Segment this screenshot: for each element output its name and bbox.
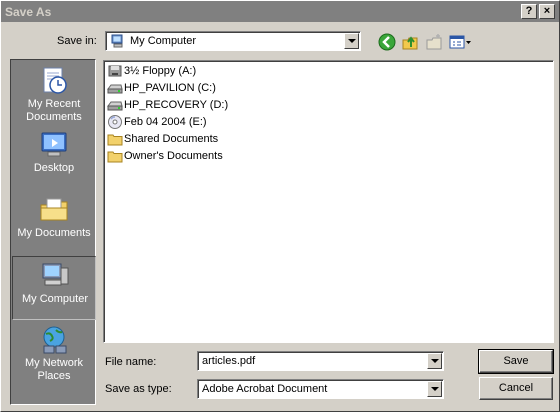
file-name: Owner's Documents: [124, 150, 223, 162]
save-in-label: Save in:: [57, 35, 97, 47]
folder-icon: [107, 134, 123, 146]
file-list[interactable]: 3½ Floppy (A:) HP_PAVILION (C:) HP_RECOV…: [103, 60, 554, 343]
cd-drive-icon: [108, 115, 122, 129]
file-name-field[interactable]: articles.pdf: [197, 351, 444, 371]
save-in-value: My Computer: [130, 35, 197, 47]
file-name-value[interactable]: articles.pdf: [202, 355, 255, 367]
file-name-label: File name:: [105, 356, 157, 368]
save-button[interactable]: Save: [478, 349, 554, 374]
places-bar: My Recent Documents Desktop My Documents: [10, 59, 96, 405]
title-bar[interactable]: Save As ? ×: [1, 1, 559, 22]
file-name: HP_PAVILION (C:): [124, 82, 216, 94]
place-desktop[interactable]: Desktop: [12, 126, 96, 190]
save-type-dropdown[interactable]: Adobe Acrobat Document: [197, 379, 444, 399]
file-name: Feb 04 2004 (E:): [124, 116, 207, 128]
floppy-drive-icon: [108, 65, 122, 77]
place-my-recent-documents[interactable]: My Recent Documents: [12, 62, 96, 126]
cancel-button[interactable]: Cancel: [479, 377, 553, 400]
hard-drive-icon: [107, 101, 123, 111]
place-my-network-places[interactable]: My Network Places: [12, 321, 96, 385]
save-as-dialog: Save As ? × Save in: My Computer My Rece…: [0, 0, 560, 412]
close-button[interactable]: ×: [539, 4, 555, 19]
file-name: Shared Documents: [124, 133, 219, 145]
place-label: My Documents: [17, 227, 91, 239]
recent-documents-icon: [43, 67, 67, 94]
place-my-documents[interactable]: My Documents: [12, 191, 96, 255]
views-menu-icon[interactable]: [448, 32, 472, 52]
save-in-dropdown[interactable]: My Computer: [105, 31, 361, 51]
back-arrow-icon[interactable]: [377, 32, 397, 52]
chevron-down-icon[interactable]: [427, 353, 442, 369]
place-label: Desktop: [33, 162, 75, 174]
place-label: My Computer: [21, 293, 89, 305]
my-documents-icon: [40, 198, 68, 221]
place-my-computer[interactable]: My Computer: [12, 256, 96, 320]
window-title: Save As: [5, 5, 52, 19]
hard-drive-icon: [107, 84, 123, 94]
place-label: My Recent Documents: [26, 98, 82, 123]
my-computer-small-icon: [111, 34, 123, 48]
network-places-icon: [43, 326, 67, 354]
new-folder-icon[interactable]: [424, 32, 444, 52]
up-one-level-icon[interactable]: [400, 32, 420, 52]
desktop-icon: [41, 132, 67, 157]
save-type-label: Save as type:: [105, 383, 172, 395]
file-name: 3½ Floppy (A:): [124, 65, 197, 77]
file-name: HP_RECOVERY (D:): [124, 99, 229, 111]
my-computer-icon: [42, 263, 69, 286]
chevron-down-icon[interactable]: [427, 381, 442, 397]
chevron-down-icon[interactable]: [344, 33, 359, 49]
place-label: My Network Places: [24, 357, 84, 382]
help-button[interactable]: ?: [521, 4, 537, 19]
folder-icon: [107, 151, 123, 163]
save-type-value: Adobe Acrobat Document: [202, 383, 328, 395]
